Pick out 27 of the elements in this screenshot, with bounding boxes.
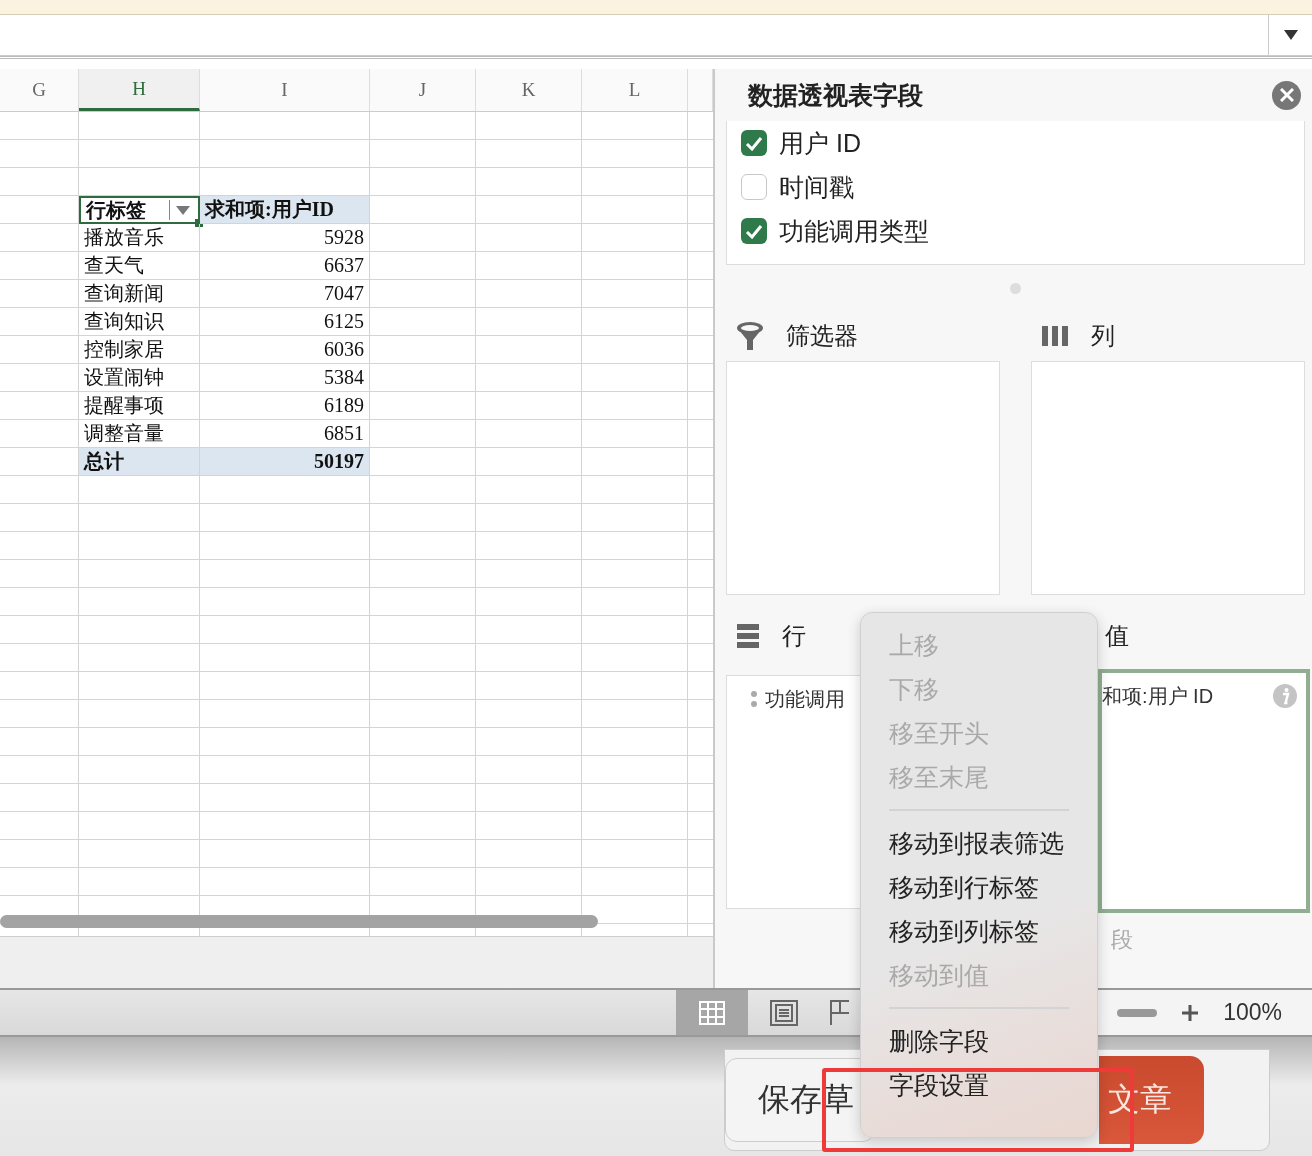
area-label: 筛选器 bbox=[786, 321, 858, 351]
area-label: 列 bbox=[1091, 321, 1115, 351]
panel-title: 数据透视表字段 bbox=[748, 79, 923, 111]
table-cell: 控制家居 bbox=[79, 336, 200, 364]
table-cell: 6637 bbox=[200, 252, 370, 280]
table-cell: 6036 bbox=[200, 336, 370, 364]
area-label: 行 bbox=[782, 621, 806, 651]
table-cell: 总计 bbox=[79, 448, 200, 476]
table-cell: 查询知识 bbox=[79, 308, 200, 336]
table-cell: 求和项:用户ID bbox=[200, 196, 370, 224]
table-cell: 50197 bbox=[200, 448, 370, 476]
table-cell: 播放音乐 bbox=[79, 224, 200, 252]
table-cell: 设置闹钟 bbox=[79, 364, 200, 392]
field-label: 用户 ID bbox=[779, 127, 861, 159]
table-cell: 5384 bbox=[200, 364, 370, 392]
table-cell: 7047 bbox=[200, 280, 370, 308]
zoom-level: 100% bbox=[1223, 999, 1282, 1026]
hint-text: 段 bbox=[1111, 926, 1133, 954]
table-cell: 查天气 bbox=[79, 252, 200, 280]
field-label: 时间戳 bbox=[779, 171, 854, 203]
field-label: 功能调用类型 bbox=[779, 215, 929, 247]
table-cell: 6189 bbox=[200, 392, 370, 420]
table-cell: 查询新闻 bbox=[79, 280, 200, 308]
table-cell: 5928 bbox=[200, 224, 370, 252]
area-label: 值 bbox=[1105, 621, 1129, 651]
table-cell: 6125 bbox=[200, 308, 370, 336]
table-cell: 提醒事项 bbox=[79, 392, 200, 420]
